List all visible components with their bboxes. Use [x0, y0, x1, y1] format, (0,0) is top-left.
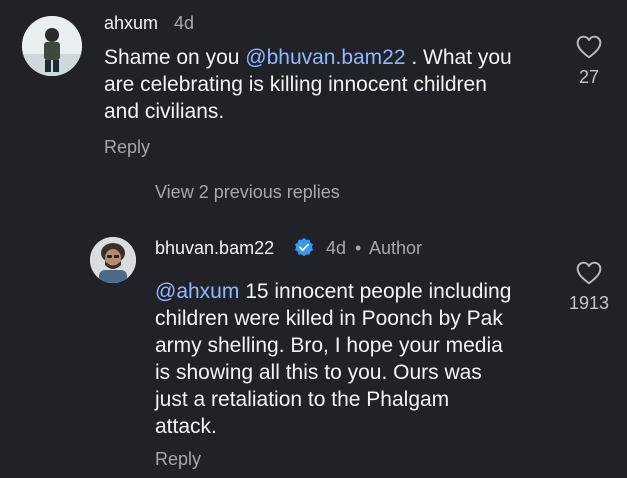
comment-line-1-rest: . What you: [405, 46, 512, 69]
avatar-bhuvan-bam22-image: [90, 237, 136, 283]
avatar-bhuvan-bam22[interactable]: [90, 237, 136, 283]
avatar-ahxum-image: [22, 16, 82, 76]
reply-mention-link[interactable]: @ahxum: [155, 280, 239, 303]
heart-outline-icon[interactable]: [576, 261, 602, 285]
reply-like-count: 1913: [568, 293, 610, 313]
reply-line-3: army shelling. Bro, I hope your media: [155, 334, 503, 357]
reply-line-4: is showing all this to you. Ours was: [155, 361, 482, 384]
comment-reply-button[interactable]: Reply: [104, 137, 150, 158]
reply-meta-separator: •: [355, 238, 362, 258]
comment-line-1: Shame on you @bhuvan.bam22 . What you: [104, 44, 512, 71]
heart-outline-icon[interactable]: [576, 35, 602, 59]
comment-like-control: 27: [559, 35, 619, 88]
reply-line-1-rest: 15 innocent people including: [239, 280, 512, 303]
reply-reply-button[interactable]: Reply: [155, 449, 201, 470]
avatar-ahxum[interactable]: [22, 16, 82, 76]
reply-username[interactable]: bhuvan.bam22: [155, 238, 274, 259]
reply-line-6: attack.: [155, 415, 217, 438]
comment-mention-link[interactable]: @bhuvan.bam22: [245, 46, 405, 69]
reply-line-5: just a retaliation to the Phalgam: [155, 388, 450, 411]
comment-line-3: and civilians.: [104, 100, 225, 123]
reply-text: @ahxum 15 innocent people including chil…: [155, 278, 511, 440]
comment-line-2: are celebrating is killing innocent chil…: [104, 73, 487, 96]
reply-timestamp: 4d: [326, 238, 347, 258]
comment-timestamp: 4d: [174, 13, 195, 33]
comment-text-start: Shame on you: [104, 46, 246, 69]
reply-like-control: 1913: [559, 261, 619, 314]
verified-badge-icon: [295, 237, 313, 257]
view-previous-replies-button[interactable]: View 2 previous replies: [155, 182, 340, 203]
reply-line-1: @ahxum 15 innocent people including: [155, 278, 511, 305]
comment-username[interactable]: ahxum: [104, 13, 158, 34]
reply-line-2: children were killed in Poonch by Pak: [155, 307, 503, 330]
comment-like-count: 27: [578, 67, 600, 87]
author-badge: Author: [369, 238, 423, 258]
comment-text: Shame on you @bhuvan.bam22 . What you ar…: [104, 44, 512, 125]
